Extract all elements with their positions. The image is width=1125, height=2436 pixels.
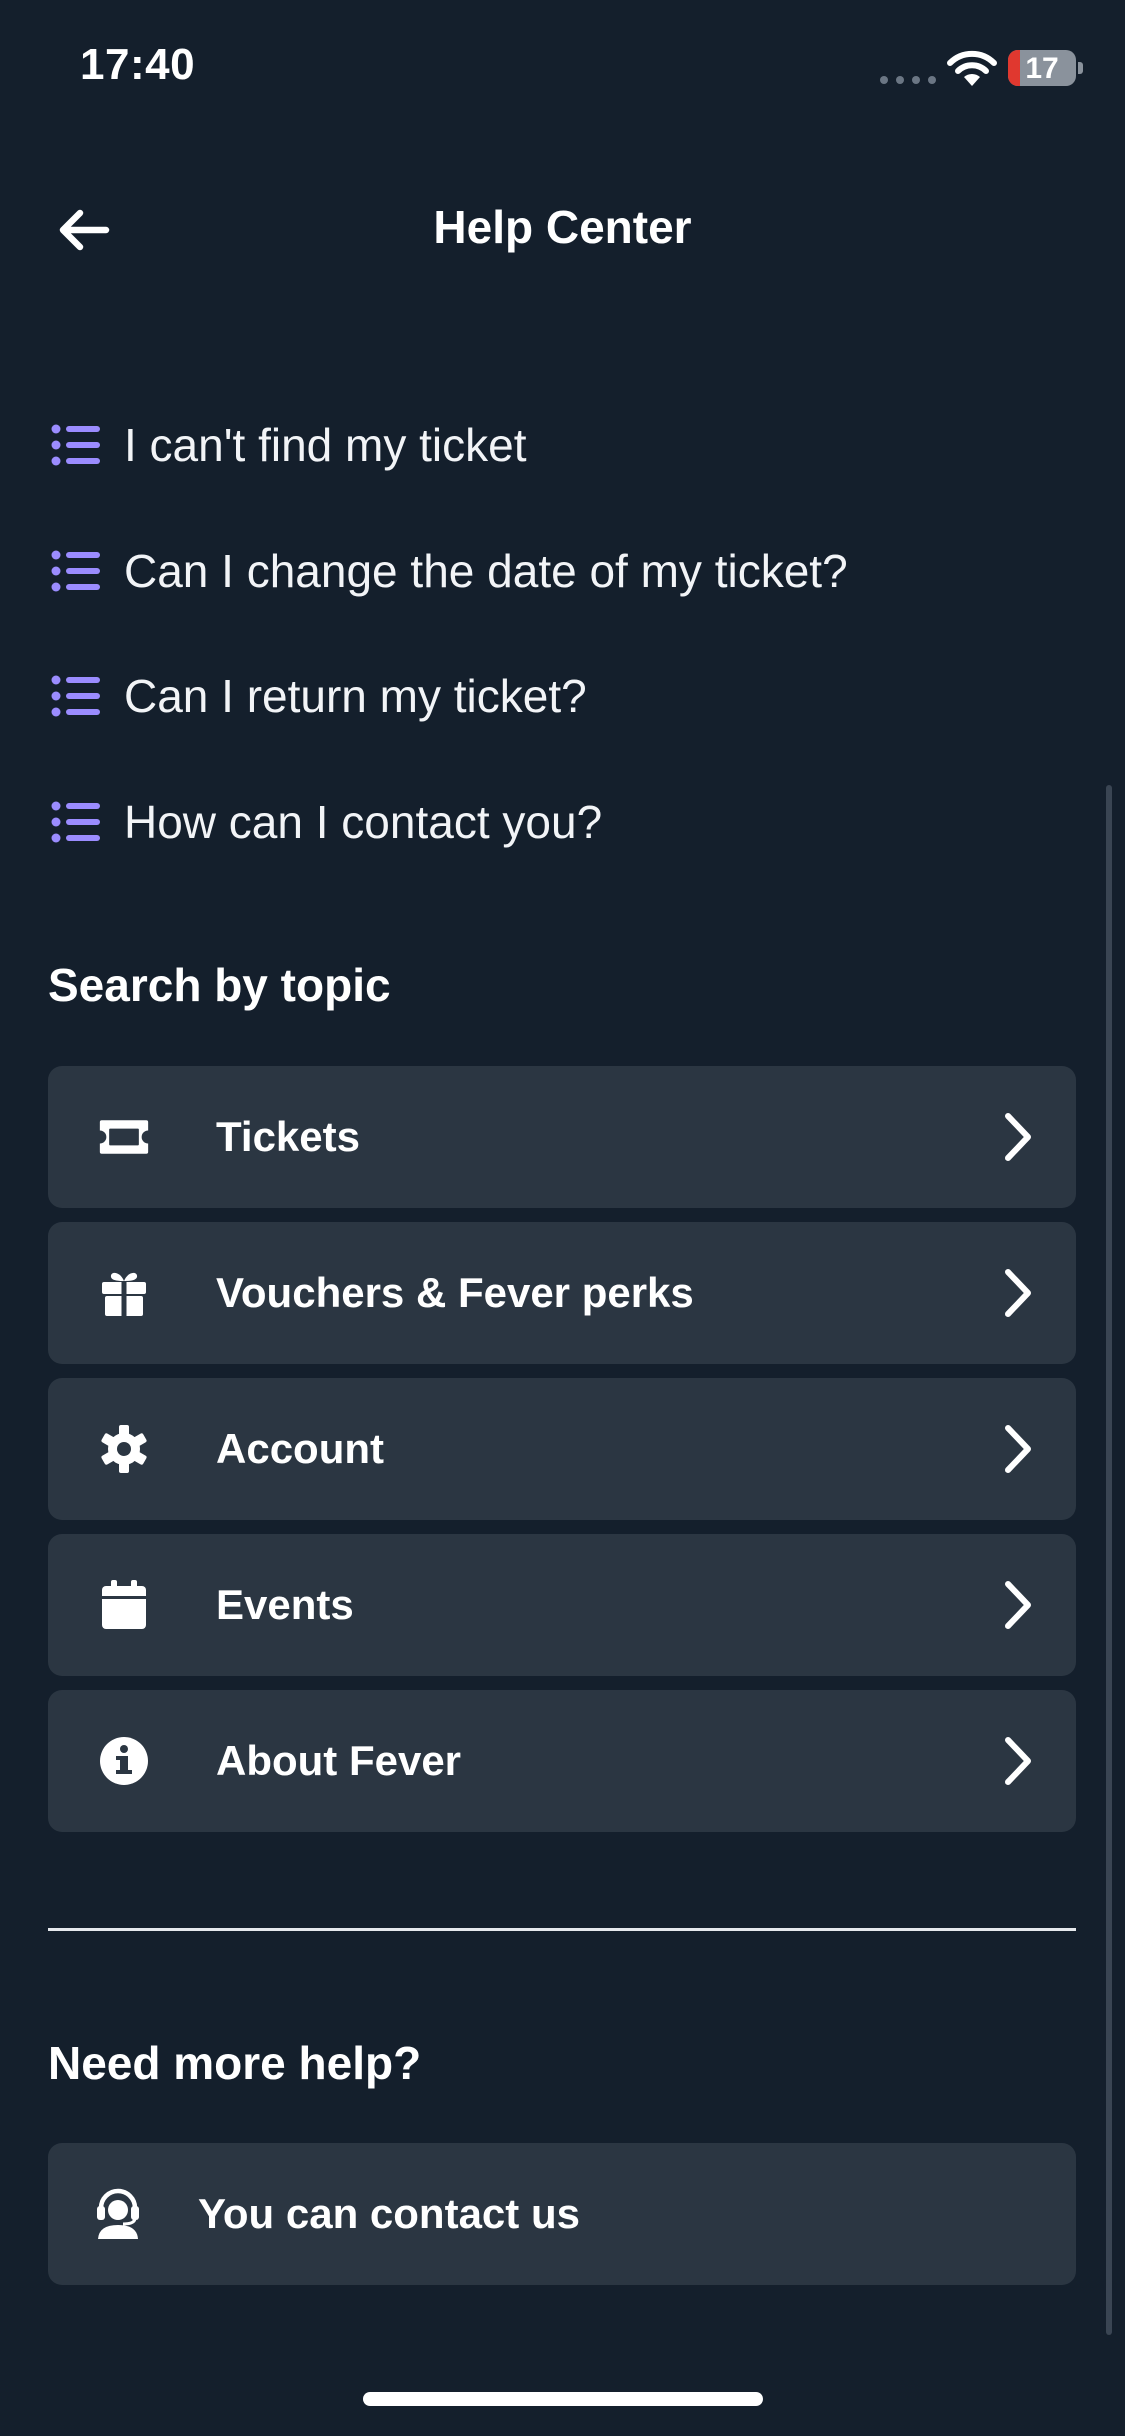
topic-label: About Fever — [216, 1737, 462, 1784]
need-more-help-heading: Need more help? — [48, 2037, 422, 2089]
battery-tip — [1078, 62, 1083, 74]
chevron-right-icon — [1005, 1581, 1031, 1629]
calendar-icon — [98, 1579, 150, 1631]
contact-us-button[interactable]: You can contact us — [48, 2143, 1076, 2285]
faq-item[interactable]: Can I change the date of my ticket? — [50, 526, 1070, 616]
faq-question: How can I contact you? — [124, 796, 603, 848]
faq-question: Can I return my ticket? — [124, 670, 587, 722]
gift-icon — [98, 1267, 150, 1319]
list-icon — [51, 801, 100, 843]
contact-us-label: You can contact us — [198, 2190, 580, 2237]
page-title: Help Center — [433, 201, 692, 253]
chevron-right-icon — [1005, 1425, 1031, 1473]
chevron-right-icon — [1005, 1113, 1031, 1161]
topic-tickets[interactable]: Tickets — [48, 1066, 1076, 1208]
topic-label: Events — [216, 1581, 354, 1628]
wifi-icon — [947, 50, 997, 86]
chevron-right-icon — [1005, 1737, 1031, 1785]
faq-item[interactable]: How can I contact you? — [50, 777, 1070, 867]
list-icon — [51, 424, 100, 466]
topic-events[interactable]: Events — [48, 1534, 1076, 1676]
support-agent-icon — [92, 2187, 144, 2239]
topic-label: Tickets — [216, 1113, 360, 1160]
faq-question: Can I change the date of my ticket? — [124, 545, 848, 597]
list-icon — [51, 675, 100, 717]
topic-label: Account — [216, 1425, 384, 1472]
battery-icon: 17 — [1008, 50, 1076, 86]
list-icon — [51, 550, 100, 592]
faq-item[interactable]: I can't find my ticket — [50, 400, 1070, 490]
topic-vouchers[interactable]: Vouchers & Fever perks — [48, 1222, 1076, 1364]
chevron-right-icon — [1005, 1269, 1031, 1317]
topic-about-fever[interactable]: About Fever — [48, 1690, 1076, 1832]
cellular-signal-icon — [880, 76, 936, 84]
search-by-topic-heading: Search by topic — [48, 959, 391, 1011]
faq-item[interactable]: Can I return my ticket? — [50, 651, 1070, 741]
home-indicator[interactable] — [363, 2392, 763, 2406]
ticket-icon — [98, 1111, 150, 1163]
topic-account[interactable]: Account — [48, 1378, 1076, 1520]
gear-icon — [98, 1423, 150, 1475]
topic-label: Vouchers & Fever perks — [216, 1269, 694, 1316]
faq-question: I can't find my ticket — [124, 419, 527, 471]
scrollbar[interactable] — [1106, 785, 1112, 2335]
battery-percentage: 17 — [1025, 52, 1059, 85]
status-time: 17:40 — [80, 40, 196, 89]
info-icon — [98, 1735, 150, 1787]
section-divider — [48, 1928, 1076, 1931]
